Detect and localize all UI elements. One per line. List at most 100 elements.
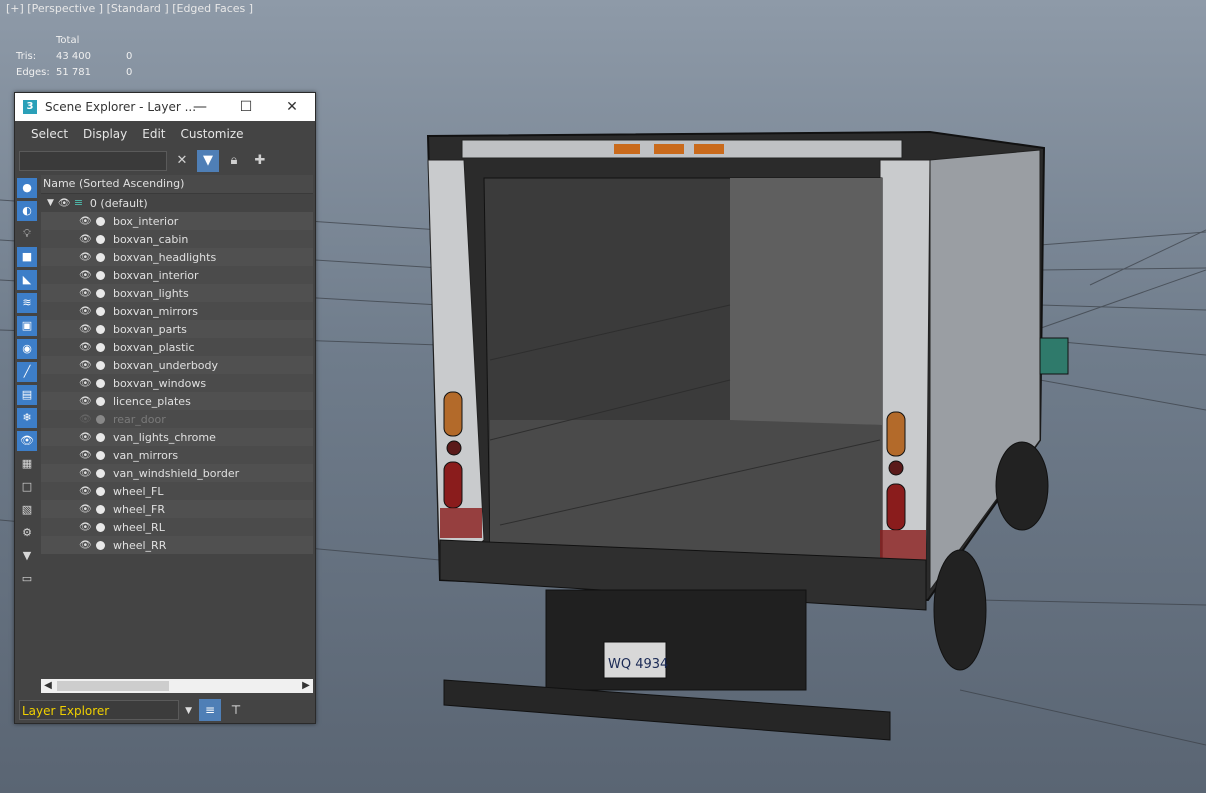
folder-icon[interactable]: ▭ (17, 569, 37, 589)
menu-select[interactable]: Select (23, 127, 75, 141)
render-dot-icon[interactable] (96, 306, 105, 316)
render-dot-icon[interactable] (96, 216, 105, 226)
scroll-thumb[interactable] (57, 681, 169, 691)
render-dot-icon[interactable] (96, 342, 105, 352)
render-dot-icon[interactable] (96, 486, 105, 496)
eye-icon[interactable]: 👁︎ (79, 378, 92, 389)
xrefs-filter-icon[interactable]: ◉ (17, 339, 37, 359)
render-dot-icon[interactable] (96, 396, 105, 406)
geometry-filter-icon[interactable]: ● (17, 178, 37, 198)
render-dot-icon[interactable] (96, 540, 105, 550)
render-dot-icon[interactable] (96, 432, 105, 442)
helpers-filter-icon[interactable]: ◣ (17, 270, 37, 290)
layer-row[interactable]: 👁︎ van_windshield_border (41, 464, 313, 482)
cameras-filter-icon[interactable]: ■ (17, 247, 37, 267)
explorer-mode-dropdown[interactable]: Layer Explorer ▼ (19, 700, 192, 720)
layer-row[interactable]: 👁︎ van_lights_chrome (41, 428, 313, 446)
eye-icon[interactable]: 👁︎ (79, 522, 92, 533)
minimize-button[interactable]: — (177, 93, 223, 121)
search-input[interactable] (19, 151, 167, 171)
layer-row[interactable]: 👁︎ wheel_RR (41, 536, 313, 554)
frozen-filter-icon[interactable]: ❄ (17, 408, 37, 428)
chevron-down-icon[interactable]: ▼ (185, 701, 192, 721)
eye-icon[interactable]: 👁︎ (79, 306, 92, 317)
eye-icon[interactable]: 👁︎ (79, 468, 92, 479)
scroll-right-icon[interactable]: ▶ (299, 679, 313, 693)
groups-filter-icon[interactable]: ▣ (17, 316, 37, 336)
scroll-left-icon[interactable]: ◀ (41, 679, 55, 693)
render-dot-icon[interactable] (96, 450, 105, 460)
layer-row[interactable]: 👁︎ boxvan_plastic (41, 338, 313, 356)
render-dot-icon[interactable] (96, 234, 105, 244)
lights-filter-icon[interactable]: 💡︎ (17, 224, 37, 244)
layer-row[interactable]: 👁︎ boxvan_interior (41, 266, 313, 284)
display-none-icon[interactable]: □ (17, 477, 37, 497)
menu-edit[interactable]: Edit (134, 127, 172, 141)
render-dot-icon[interactable] (96, 504, 105, 514)
root-layer-row[interactable]: ▼ 👁︎ ≡ 0 (default) (41, 194, 313, 212)
add-layer-icon[interactable]: ✚ (249, 150, 271, 172)
close-button[interactable]: ✕ (269, 93, 315, 121)
render-dot-icon[interactable] (96, 288, 105, 298)
hierarchy-sort-icon[interactable]: ⊤ (225, 699, 247, 721)
layer-row[interactable]: 👁︎ rear_door (41, 410, 313, 428)
render-dot-icon[interactable] (96, 414, 105, 424)
invert-display-icon[interactable]: ▧ (17, 500, 37, 520)
eye-icon[interactable]: 👁︎ (79, 270, 92, 281)
display-all-icon[interactable]: ▦ (17, 454, 37, 474)
layer-row[interactable]: 👁︎ van_mirrors (41, 446, 313, 464)
eye-icon[interactable]: 👁︎ (79, 360, 92, 371)
clear-search-icon[interactable]: ✕ (171, 150, 193, 172)
eye-icon[interactable]: 👁︎ (79, 288, 92, 299)
filter-settings-icon[interactable]: ⚙ (17, 523, 37, 543)
menu-display[interactable]: Display (75, 127, 134, 141)
layer-row[interactable]: 👁︎ wheel_FL (41, 482, 313, 500)
render-dot-icon[interactable] (96, 324, 105, 334)
eye-icon[interactable]: 👁︎ (79, 540, 92, 551)
layer-sort-icon[interactable]: ≡ (199, 699, 221, 721)
layer-row[interactable]: 👁︎ boxvan_parts (41, 320, 313, 338)
layer-row[interactable]: 👁︎ boxvan_headlights (41, 248, 313, 266)
shapes-filter-icon[interactable]: ◐ (17, 201, 37, 221)
spacewarps-filter-icon[interactable]: ≋ (17, 293, 37, 313)
layer-row[interactable]: 👁︎ boxvan_lights (41, 284, 313, 302)
hidden-filter-icon[interactable]: 👁︎ (17, 431, 37, 451)
eye-icon[interactable]: 👁︎ (79, 396, 92, 407)
eye-icon[interactable]: 👁︎ (79, 324, 92, 335)
eye-icon[interactable]: 👁︎ (79, 504, 92, 515)
render-dot-icon[interactable] (96, 378, 105, 388)
menu-customize[interactable]: Customize (173, 127, 251, 141)
funnel-icon[interactable]: ▼ (17, 546, 37, 566)
render-dot-icon[interactable] (96, 360, 105, 370)
lock-icon[interactable]: 🔒︎ (223, 150, 245, 172)
render-dot-icon[interactable] (96, 252, 105, 262)
eye-icon[interactable]: 👁︎ (79, 486, 92, 497)
eye-icon[interactable]: 👁︎ (79, 414, 92, 425)
collapse-arrow-icon[interactable]: ▼ (47, 198, 54, 208)
layer-row[interactable]: 👁︎ box_interior (41, 212, 313, 230)
eye-icon[interactable]: 👁︎ (58, 198, 71, 209)
horizontal-scrollbar[interactable]: ◀ ▶ (41, 679, 313, 693)
filter-icon[interactable]: ▼ (197, 150, 219, 172)
bones-filter-icon[interactable]: ╱ (17, 362, 37, 382)
layer-row[interactable]: 👁︎ boxvan_windows (41, 374, 313, 392)
eye-icon[interactable]: 👁︎ (79, 234, 92, 245)
eye-icon[interactable]: 👁︎ (79, 342, 92, 353)
layer-row[interactable]: 👁︎ wheel_FR (41, 500, 313, 518)
maximize-button[interactable]: ☐ (223, 93, 269, 121)
title-bar[interactable]: 3 Scene Explorer - Layer ... — ☐ ✕ (15, 93, 315, 121)
layer-row[interactable]: 👁︎ boxvan_cabin (41, 230, 313, 248)
layer-row[interactable]: 👁︎ wheel_RL (41, 518, 313, 536)
render-dot-icon[interactable] (96, 522, 105, 532)
layer-row[interactable]: 👁︎ licence_plates (41, 392, 313, 410)
eye-icon[interactable]: 👁︎ (79, 216, 92, 227)
render-dot-icon[interactable] (96, 270, 105, 280)
viewport-label[interactable]: [+] [Perspective ] [Standard ] [Edged Fa… (6, 2, 253, 15)
eye-icon[interactable]: 👁︎ (79, 252, 92, 263)
layer-row[interactable]: 👁︎ boxvan_mirrors (41, 302, 313, 320)
eye-icon[interactable]: 👁︎ (79, 432, 92, 443)
containers-filter-icon[interactable]: ▤ (17, 385, 37, 405)
eye-icon[interactable]: 👁︎ (79, 450, 92, 461)
column-header-name[interactable]: Name (Sorted Ascending) (41, 175, 313, 194)
render-dot-icon[interactable] (96, 468, 105, 478)
